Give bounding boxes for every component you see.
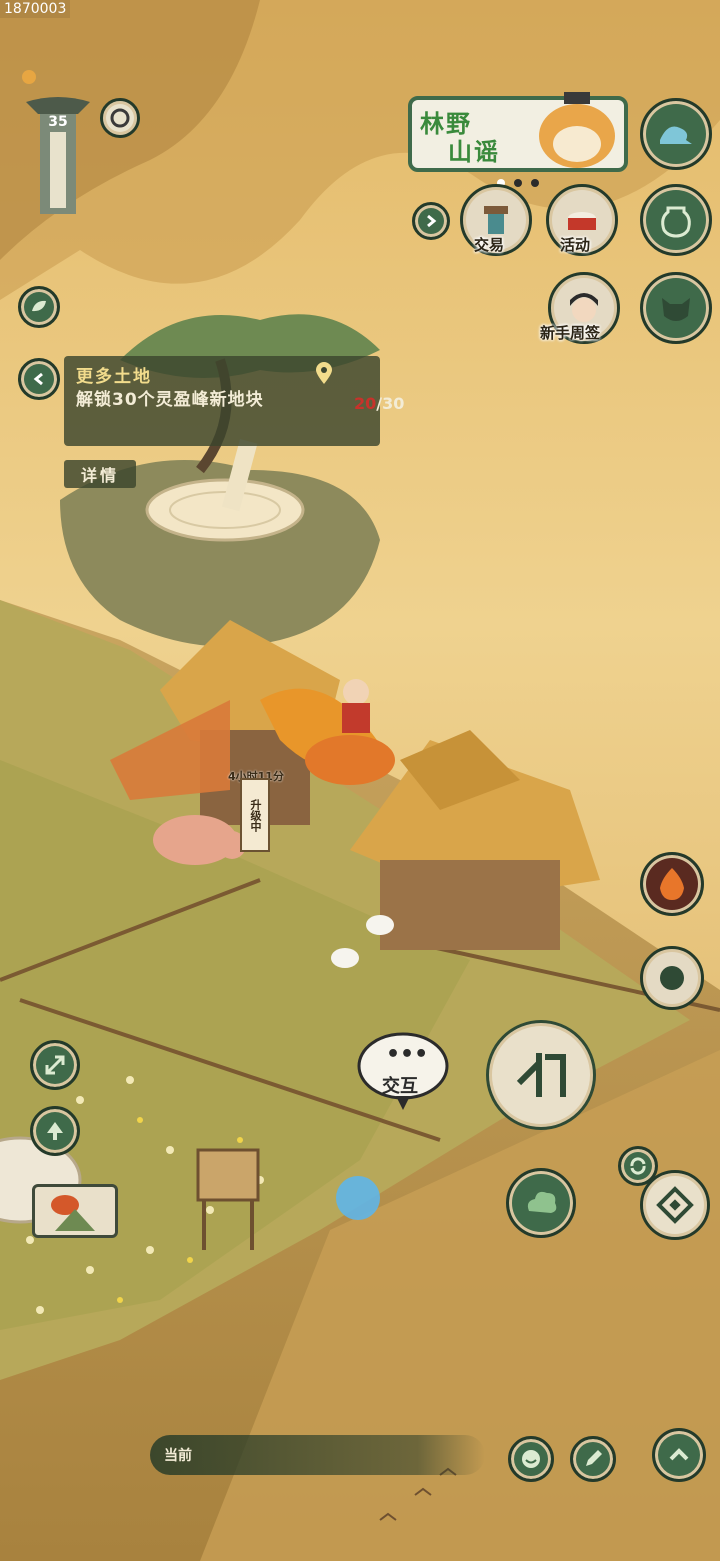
tree-button[interactable] <box>30 1106 80 1156</box>
orb-icon <box>660 966 684 990</box>
quest-progress-total: /30 <box>376 394 405 413</box>
wave-icon <box>660 126 692 144</box>
quest-detail-button[interactable]: 详情 <box>64 460 136 488</box>
level-pillar[interactable]: 35 <box>18 66 98 216</box>
cloud-icon <box>527 1191 557 1213</box>
leaf-button[interactable] <box>18 286 60 328</box>
chevron-left-icon <box>33 372 43 386</box>
newbie-weekly-label: 新手周签 <box>540 324 601 342</box>
build-menu-button[interactable] <box>640 1170 710 1240</box>
interact-bubble[interactable]: ••• 交互 <box>356 1030 450 1110</box>
build-watermark: 1870003 <box>0 0 71 18</box>
event-banner[interactable]: 林野 山谣 <box>408 92 628 172</box>
fire-character-button[interactable] <box>640 852 704 916</box>
quest-description: 解锁30个灵盈峰新地块 <box>76 390 264 410</box>
scenery-card[interactable] <box>32 1184 118 1238</box>
refresh-icon <box>630 1157 646 1175</box>
swirl-icon <box>110 108 130 128</box>
quest-progress-current: 20 <box>354 394 377 413</box>
upgrade-status-sign[interactable]: 升级中 <box>240 778 270 852</box>
chevron-right-icon <box>427 214 437 228</box>
demon-mask-icon <box>662 298 690 321</box>
chevron-up-icon <box>669 1448 689 1461</box>
swirl-menu-button[interactable] <box>100 98 140 138</box>
leaf-icon <box>32 300 46 312</box>
expand-map-button[interactable] <box>30 1040 80 1090</box>
chat-channel-label: 当前 <box>164 1448 192 1464</box>
flame-face-icon <box>660 868 684 900</box>
quest-panel[interactable]: 更多土地 解锁30个灵盈峰新地块 20/30 <box>64 356 404 446</box>
activity-label: 活动 <box>560 236 591 254</box>
tiger-icon <box>539 92 615 168</box>
tree-icon <box>47 1122 63 1140</box>
status-dot-icon <box>22 70 36 84</box>
maple-tree-icon <box>51 1195 95 1231</box>
expand-arrows-icon <box>45 1055 65 1075</box>
action-glyph-icon <box>516 1053 566 1097</box>
smiley-icon <box>522 1450 540 1468</box>
wave-menu-button[interactable] <box>640 98 712 170</box>
trade-shortcut[interactable]: 交易 <box>458 184 534 260</box>
quest-title: 更多土地 <box>76 367 152 387</box>
spirit-pickup[interactable] <box>336 1176 380 1220</box>
emoji-button[interactable] <box>508 1436 554 1482</box>
interact-label: 交互 <box>382 1076 418 1097</box>
collapse-quest-button[interactable] <box>18 358 60 400</box>
activity-shortcut[interactable]: 活动 <box>544 184 620 260</box>
compose-button[interactable] <box>570 1436 616 1482</box>
chat-bar[interactable]: 当前 <box>150 1435 485 1475</box>
expand-shortcuts-button[interactable] <box>412 202 450 240</box>
scroll-up-button[interactable] <box>652 1428 706 1482</box>
banner-title-line2: 山谣 <box>448 138 500 166</box>
main-action-button[interactable] <box>486 1020 596 1130</box>
player-level: 35 <box>48 114 68 130</box>
quest-progress: 20/30 <box>354 394 404 413</box>
jar-icon <box>661 206 691 238</box>
newbie-weekly-shortcut[interactable]: 新手周签 <box>540 272 630 348</box>
location-pin-icon[interactable] <box>314 362 334 386</box>
pencil-icon <box>586 1450 602 1466</box>
trade-label: 交易 <box>474 236 505 254</box>
mask-menu-button[interactable] <box>640 272 712 344</box>
cloud-button[interactable] <box>506 1168 576 1238</box>
diamond-grid-icon <box>656 1186 694 1224</box>
view-toggle-button[interactable] <box>640 946 704 1010</box>
jar-menu-button[interactable] <box>640 184 712 256</box>
pillar-icon <box>26 97 90 214</box>
interact-dots: ••• <box>386 1042 429 1067</box>
